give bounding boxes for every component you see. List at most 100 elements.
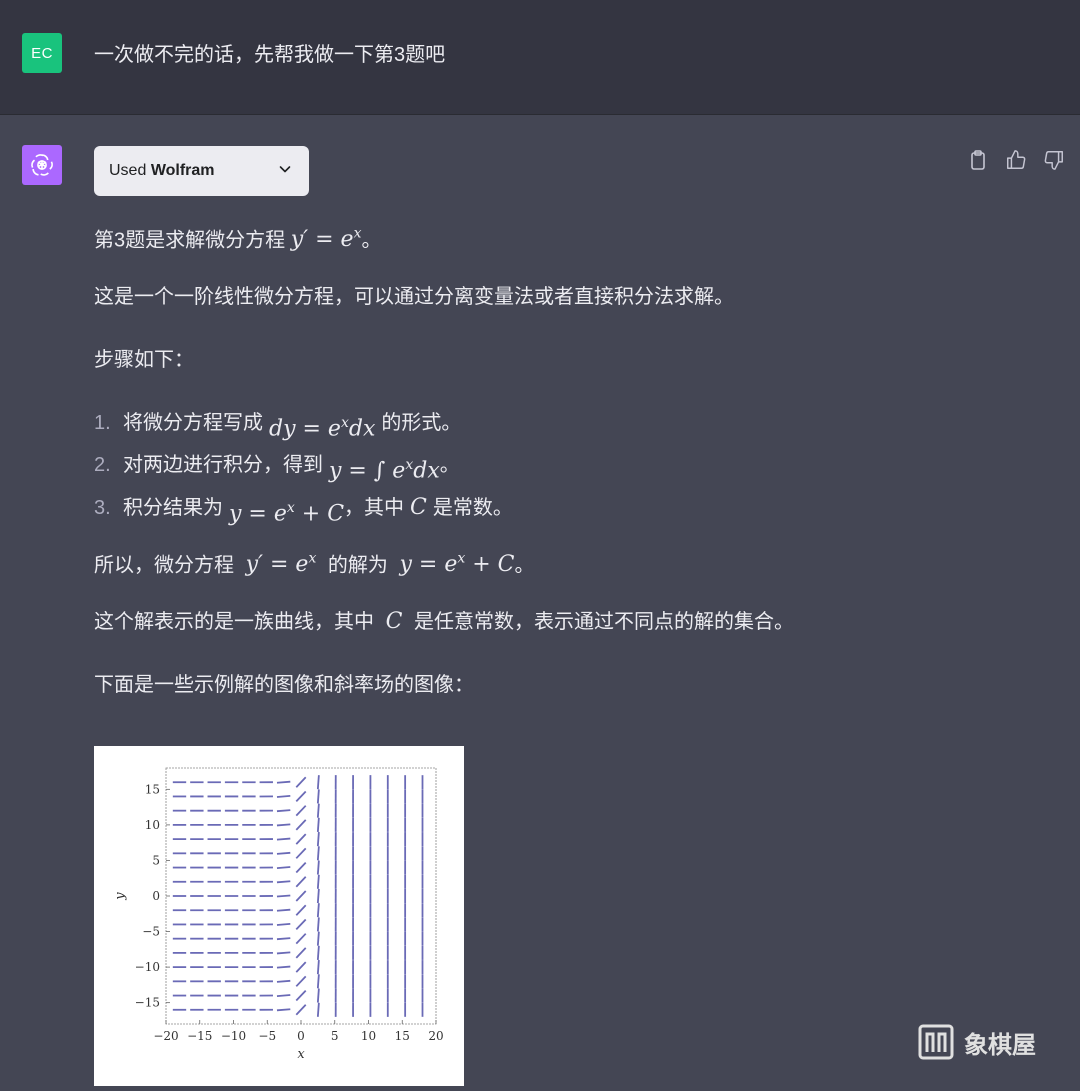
y-tick-label: 5 — [152, 853, 160, 867]
paragraph-problem: 第3题是求解微分方程 y′ = ex。 — [94, 216, 381, 258]
slope-segment — [277, 910, 290, 911]
steps-list: 1. 将微分方程写成 dy = exdx 的形式。 2. 对两边进行积分，得到 … — [94, 405, 994, 532]
slope-segment — [296, 791, 305, 801]
x-tick-label: −15 — [187, 1029, 212, 1043]
slope-segment — [277, 995, 290, 996]
slope-segment — [277, 924, 290, 925]
slope-segment — [277, 952, 290, 953]
slope-segment — [296, 834, 305, 844]
slope-segment — [318, 989, 319, 1003]
user-avatar: EC — [22, 33, 62, 73]
paragraph-solution: 所以，微分方程 y′ = ex 的解为 y = ex + C。 — [94, 541, 535, 583]
user-message-row: EC 一次做不完的话，先帮我做一下第3题吧 — [0, 0, 1080, 115]
thumbs-down-icon[interactable] — [1042, 148, 1066, 172]
slope-segment — [277, 895, 290, 896]
text: 。 — [515, 554, 535, 576]
x-tick-label: 5 — [331, 1029, 339, 1043]
slope-segment — [296, 806, 305, 816]
text: 的解为 — [328, 554, 388, 576]
x-tick-label: 15 — [395, 1029, 410, 1043]
slope-segment — [277, 782, 290, 783]
text: 。 — [440, 447, 460, 489]
text: 对两边进行积分，得到 — [123, 447, 323, 489]
text: 是任意常数，表示通过不同点的解的集合。 — [414, 611, 794, 633]
slope-segment — [277, 967, 290, 968]
slope-segment — [277, 824, 290, 825]
slope-segment — [277, 810, 290, 811]
slope-segment — [277, 839, 290, 840]
watermark-brand: 象棋屋 — [964, 1025, 1036, 1060]
slope-segment — [296, 934, 305, 944]
slope-segment — [277, 981, 290, 982]
y-tick-label: 0 — [152, 889, 160, 903]
slope-segment — [296, 891, 305, 901]
x-axis-label: x — [297, 1047, 305, 1062]
slope-segment — [296, 863, 305, 873]
math-equation: y = ex + C — [229, 490, 344, 532]
slope-segment — [296, 1005, 305, 1015]
used-plugin-dropdown-button[interactable]: Used Wolfram — [94, 146, 309, 196]
slope-segment — [296, 777, 305, 787]
slope-segment — [318, 974, 319, 988]
y-tick-label: −10 — [135, 960, 160, 974]
slope-segment — [277, 853, 290, 854]
slope-segment — [318, 960, 319, 974]
slope-segment — [277, 796, 290, 797]
paragraph-family: 这个解表示的是一族曲线，其中 C 是任意常数，表示通过不同点的解的集合。 — [94, 604, 794, 640]
chevron-down-icon — [277, 161, 293, 182]
slope-segment — [277, 867, 290, 868]
slope-field-chart: −20−15−10−505101520151050−5−10−15xy — [94, 746, 464, 1086]
slope-segment — [318, 889, 319, 903]
slope-segment — [318, 818, 319, 832]
user-message-text: 一次做不完的话，先帮我做一下第3题吧 — [94, 38, 445, 67]
slope-segment — [318, 861, 319, 875]
paragraph-plots-intro: 下面是一些示例解的图像和斜率场的图像： — [94, 667, 474, 703]
slope-segment — [296, 848, 305, 858]
y-axis-label: y — [113, 892, 128, 901]
plugin-name: Wolfram — [151, 162, 215, 179]
math-equation: y′ = ex — [246, 552, 317, 577]
slope-segment — [277, 881, 290, 882]
thumbs-up-icon[interactable] — [1004, 148, 1028, 172]
text: 。 — [361, 229, 381, 251]
math-constant: C — [410, 490, 427, 532]
slope-segment — [296, 962, 305, 972]
chatgpt-logo-icon — [22, 145, 62, 185]
math-equation: y = ex + C — [399, 552, 514, 577]
slope-segment — [296, 877, 305, 887]
step-number: 2. — [94, 447, 123, 489]
slope-segment — [296, 919, 305, 929]
message-actions — [966, 148, 1066, 172]
text: 积分结果为 — [123, 490, 223, 532]
slope-segment — [318, 846, 319, 860]
slope-segment — [318, 775, 319, 789]
watermark: 象棋屋 — [918, 1024, 1036, 1060]
math-equation: y = ∫ exdx — [329, 447, 440, 489]
x-tick-label: −20 — [153, 1029, 178, 1043]
slope-segment — [318, 1003, 319, 1017]
text: 这个解表示的是一族曲线，其中 — [94, 611, 374, 633]
text: 是常数。 — [433, 490, 513, 532]
slope-segment — [318, 832, 319, 846]
slope-segment — [296, 905, 305, 915]
y-tick-label: 15 — [145, 782, 160, 796]
paragraph-method: 这是一个一阶线性微分方程，可以通过分离变量法或者直接积分法求解。 — [94, 279, 734, 315]
slope-segment — [318, 946, 319, 960]
slope-segment — [296, 820, 305, 830]
clipboard-icon[interactable] — [966, 148, 990, 172]
slope-segment — [318, 917, 319, 931]
step-number: 3. — [94, 490, 123, 532]
step-number: 1. — [94, 405, 123, 447]
math-equation: y′ = ex — [291, 227, 362, 252]
x-tick-label: 10 — [361, 1029, 376, 1043]
x-tick-label: −5 — [258, 1029, 276, 1043]
y-tick-label: 10 — [145, 818, 160, 832]
slope-segment — [296, 948, 305, 958]
slope-segment — [277, 1009, 290, 1010]
slope-segment — [318, 903, 319, 917]
slope-field-svg: −20−15−10−505101520151050−5−10−15xy — [94, 746, 464, 1086]
math-constant: C — [386, 609, 403, 634]
slope-segment — [318, 875, 319, 889]
x-tick-label: 0 — [297, 1029, 305, 1043]
plugin-label: Used Wolfram — [109, 162, 277, 180]
